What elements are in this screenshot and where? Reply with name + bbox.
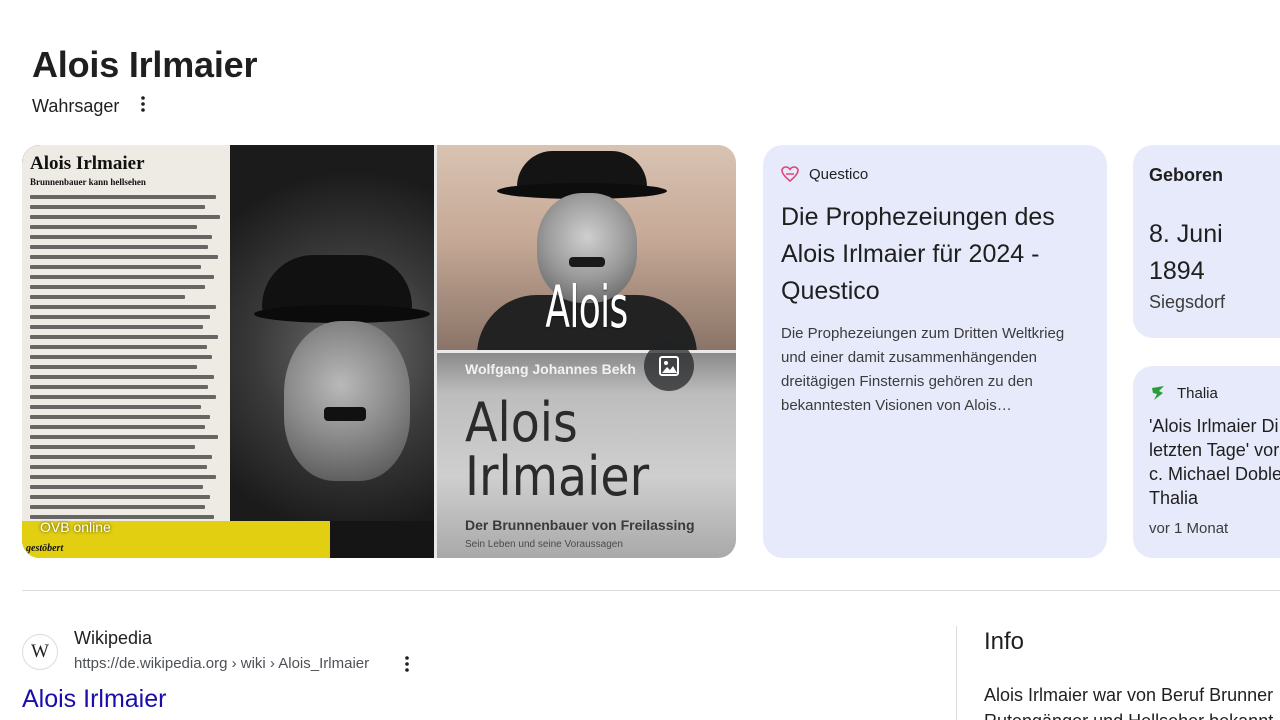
questico-title[interactable]: Die Prophezeiungen des Alois Irlmaier fü…: [781, 199, 1089, 310]
result-site-name[interactable]: Wikipedia: [74, 628, 152, 649]
result-more-options-icon[interactable]: [395, 652, 419, 676]
result-title-link[interactable]: Alois Irlmaier: [22, 685, 166, 714]
image-book-cover[interactable]: Wolfgang Johannes Bekh Alois Irlmaier De…: [437, 353, 736, 558]
thalia-title[interactable]: 'Alois Irlmaier Di letzten Tage' vor c. …: [1149, 414, 1280, 510]
image-newspaper[interactable]: Alois Irlmaier Brunnenbauer kann hellseh…: [22, 145, 434, 558]
newspaper-title: Alois Irlmaier: [30, 153, 145, 174]
result-url[interactable]: https://de.wikipedia.org › wiki › Alois_…: [74, 655, 369, 672]
image-source-caption: OVB online: [40, 519, 111, 535]
page-subtitle: Wahrsager: [32, 96, 120, 116]
questico-description: Die Prophezeiungen zum Dritten Weltkrieg…: [781, 325, 1065, 414]
column-divider: [956, 626, 957, 720]
cover-name-text: Alois Irlmaier: [519, 273, 654, 350]
portrait-face: [284, 321, 410, 481]
questico-source-name: Questico: [809, 165, 869, 183]
newspaper-subtitle: Brunnenbauer kann hellsehen: [30, 177, 146, 187]
questico-logo-icon: [781, 165, 799, 183]
born-date: 8. Juni 1894: [1149, 220, 1223, 285]
image-gallery[interactable]: Alois Irlmaier Brunnenbauer kann hellseh…: [22, 145, 736, 558]
section-divider: [22, 590, 1280, 591]
image-gallery-icon[interactable]: [644, 341, 694, 391]
thalia-source: Thalia: [1149, 384, 1280, 402]
book-title-line2: Irlmaier: [465, 445, 650, 508]
born-place: Siegsdorf: [1149, 292, 1226, 312]
newspaper-text-lines: [30, 195, 224, 549]
newspaper-clipping: Alois Irlmaier Brunnenbauer kann hellseh…: [22, 145, 232, 558]
thalia-source-name: Thalia: [1177, 384, 1218, 402]
born-card[interactable]: Geboren 8. Juni 1894 Siegsdorf: [1133, 145, 1280, 338]
questico-source: Questico: [781, 165, 1089, 183]
info-heading: Info: [984, 628, 1025, 655]
thalia-card[interactable]: Thalia 'Alois Irlmaier Di letzten Tage' …: [1133, 366, 1280, 558]
book-subtitle: Der Brunnenbauer von Freilassing: [465, 517, 695, 533]
born-label: Geboren: [1149, 165, 1224, 185]
info-text-line2: Rutengänger und Hellseher bekannt: [984, 708, 1280, 720]
thalia-logo-icon: [1149, 384, 1167, 402]
newspaper-banner-label: gestöbert: [26, 543, 64, 554]
portrait-mustache: [324, 407, 366, 421]
cover-mustache: [569, 257, 605, 267]
questico-card[interactable]: Questico Die Prophezeiungen des Alois Ir…: [763, 145, 1107, 558]
thalia-time: vor 1 Monat: [1149, 520, 1229, 537]
image-book-cover-portrait[interactable]: Alois Irlmaier: [437, 145, 736, 350]
book-author: Wolfgang Johannes Bekh: [465, 361, 636, 377]
info-text-line1: Alois Irlmaier war von Beruf Brunner: [984, 685, 1274, 705]
page-title: Alois Irlmaier: [32, 44, 258, 85]
more-options-icon[interactable]: [131, 92, 155, 116]
wikipedia-favicon-icon[interactable]: W: [22, 634, 58, 670]
info-text: Alois Irlmaier war von Beruf Brunner Rut…: [984, 682, 1280, 720]
book-subtitle-2: Sein Leben und seine Voraussagen: [465, 539, 623, 550]
